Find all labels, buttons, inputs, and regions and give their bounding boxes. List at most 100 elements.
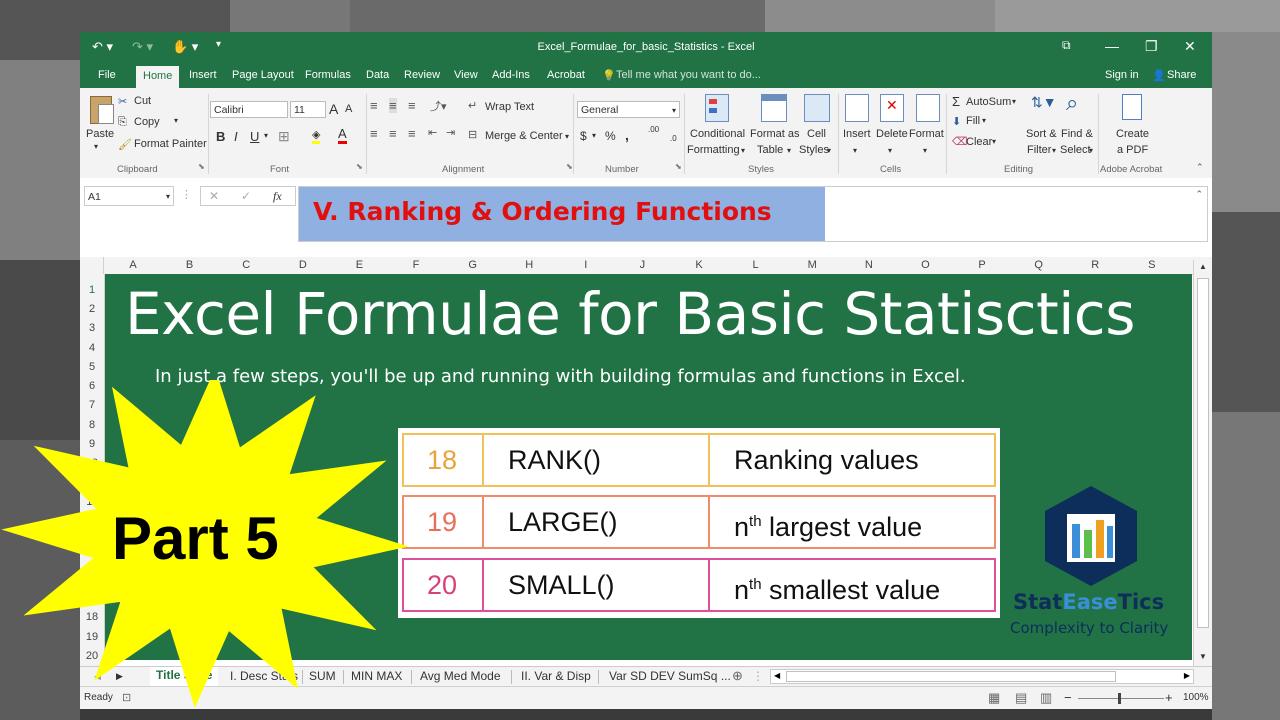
page-break-view-icon[interactable]: ▥ [1040, 690, 1052, 706]
find-select-button[interactable]: Find & [1061, 128, 1093, 140]
autosum-button[interactable]: AutoSum [966, 96, 1011, 108]
delete-dropdown-icon[interactable]: ▾ [888, 146, 892, 155]
normal-view-icon[interactable]: ▦ [988, 690, 1000, 706]
horizontal-scroll-thumb[interactable] [786, 671, 1116, 682]
insert-dropdown-icon[interactable]: ▾ [853, 146, 857, 155]
tab-home[interactable]: Home [136, 66, 180, 88]
zoom-slider[interactable] [1078, 693, 1164, 704]
tab-split-handle[interactable]: ⋮ [752, 669, 764, 683]
share-button[interactable]: Share [1167, 69, 1196, 81]
select-all-corner[interactable] [80, 257, 104, 274]
align-center-icon[interactable]: ≡ [389, 126, 397, 141]
row-header[interactable]: 2 [80, 303, 104, 315]
tab-view[interactable]: View [454, 69, 478, 81]
align-bottom-icon[interactable]: ≡ [408, 98, 416, 113]
cancel-edit-icon[interactable]: ✕ [209, 189, 219, 203]
column-header[interactable]: P [972, 259, 992, 271]
zoom-in-icon[interactable]: + [1165, 690, 1173, 705]
autosum-dropdown-icon[interactable]: ▾ [1012, 97, 1016, 106]
tab-formulas[interactable]: Formulas [305, 69, 351, 81]
column-header[interactable]: S [1142, 259, 1162, 271]
font-size-combo[interactable]: 11 [290, 101, 326, 118]
format-dropdown-icon[interactable]: ▾ [923, 146, 927, 155]
alignment-launcher-icon[interactable]: ⬊ [566, 162, 573, 171]
vertical-scroll-thumb[interactable] [1197, 278, 1209, 628]
page-layout-view-icon[interactable]: ▤ [1015, 690, 1027, 706]
row-header[interactable]: 5 [80, 361, 104, 373]
currency-button[interactable]: $ [580, 129, 587, 143]
decrease-indent-icon[interactable]: ⇤ [428, 126, 437, 139]
zoom-out-icon[interactable]: − [1064, 690, 1072, 705]
copy-button[interactable]: Copy [134, 116, 160, 128]
font-color-icon[interactable]: A [338, 126, 347, 144]
column-header[interactable]: O [915, 259, 935, 271]
row-header[interactable]: 1 [80, 284, 104, 296]
fill-dropdown-icon[interactable]: ▾ [982, 116, 986, 125]
column-header[interactable]: K [689, 259, 709, 271]
copy-dropdown-icon[interactable]: ▾ [174, 116, 178, 125]
column-header[interactable]: M [802, 259, 822, 271]
column-header[interactable]: D [293, 259, 313, 271]
sheet-tab-var-sd[interactable]: Var SD DEV SumSq ... [609, 669, 731, 683]
sheet-tab-var-disp[interactable]: II. Var & Disp [521, 669, 591, 683]
scroll-left-icon[interactable]: ◀ [774, 671, 780, 680]
cell-styles-dropdown-icon[interactable]: ▾ [827, 146, 831, 155]
clipboard-launcher-icon[interactable]: ⬊ [198, 162, 205, 171]
grow-font-button[interactable]: A [329, 101, 338, 117]
scroll-up-icon[interactable]: ▲ [1199, 262, 1207, 271]
paste-button[interactable]: Paste ▾ [86, 92, 116, 152]
insert-function-button[interactable]: fx [273, 189, 282, 204]
insert-cells-button[interactable]: Insert [843, 128, 871, 140]
sheet-tab-avg-med-mode[interactable]: Avg Med Mode [420, 669, 501, 683]
sign-in-link[interactable]: Sign in [1105, 69, 1139, 81]
column-header[interactable]: Q [1029, 259, 1049, 271]
close-icon[interactable]: ✕ [1184, 38, 1196, 55]
column-header[interactable]: F [406, 259, 426, 271]
merge-dropdown-icon[interactable]: ▾ [565, 132, 569, 141]
add-sheet-icon[interactable]: ⊕ [732, 668, 743, 684]
conditional-formatting-button[interactable]: Conditional [690, 128, 745, 140]
delete-cells-button[interactable]: Delete [876, 128, 908, 140]
orientation-icon[interactable]: ⤴▾ [430, 98, 447, 114]
tab-review[interactable]: Review [404, 69, 440, 81]
format-painter-button[interactable]: Format Painter [134, 138, 207, 150]
clear-dropdown-icon[interactable]: ▾ [992, 137, 996, 146]
tab-data[interactable]: Data [366, 69, 389, 81]
minimize-icon[interactable]: — [1105, 38, 1119, 54]
find-dropdown-icon[interactable]: ▾ [1089, 146, 1093, 155]
currency-dropdown-icon[interactable]: ▾ [592, 131, 596, 140]
format-cells-button[interactable]: Format [909, 128, 944, 140]
sort-dropdown-icon[interactable]: ▾ [1052, 146, 1056, 155]
fill-button[interactable]: Fill [966, 115, 980, 127]
column-header[interactable]: L [746, 259, 766, 271]
decrease-decimal-button[interactable]: .0 [670, 134, 677, 143]
column-header[interactable]: E [349, 259, 369, 271]
column-header[interactable]: H [519, 259, 539, 271]
align-top-icon[interactable]: ≡ [370, 98, 378, 113]
fill-color-icon[interactable]: ◈ [312, 128, 321, 144]
restore-icon[interactable]: ❐ [1145, 38, 1158, 55]
format-as-table-dropdown-icon[interactable]: ▾ [787, 146, 791, 155]
number-launcher-icon[interactable]: ⬊ [675, 162, 682, 171]
merge-center-button[interactable]: Merge & Center [485, 130, 563, 142]
tab-add-ins[interactable]: Add-Ins [492, 69, 530, 81]
zoom-slider-thumb[interactable] [1118, 693, 1121, 704]
column-header[interactable]: R [1085, 259, 1105, 271]
vertical-scrollbar[interactable]: ▲ ▼ [1193, 260, 1212, 666]
scroll-down-icon[interactable]: ▼ [1199, 652, 1207, 661]
font-name-combo[interactable]: Calibri [210, 101, 288, 118]
percent-button[interactable]: % [605, 129, 616, 143]
clear-button[interactable]: Clear [966, 136, 992, 148]
borders-icon[interactable]: ⊞ [278, 128, 290, 145]
horizontal-scrollbar[interactable]: ◀ ▶ [770, 669, 1194, 684]
number-format-combo[interactable]: General ▾ [577, 101, 680, 118]
cut-button[interactable]: Cut [134, 95, 151, 107]
comma-button[interactable]: , [625, 127, 629, 143]
tab-file[interactable]: File [98, 69, 116, 81]
tab-acrobat[interactable]: Acrobat [547, 69, 585, 81]
increase-indent-icon[interactable]: ⇥ [446, 126, 455, 139]
tab-insert[interactable]: Insert [189, 69, 217, 81]
column-header[interactable]: G [463, 259, 483, 271]
formula-bar-drag-handle[interactable]: ⋮ [181, 188, 192, 201]
name-box[interactable]: A1 ▾ [84, 186, 174, 206]
